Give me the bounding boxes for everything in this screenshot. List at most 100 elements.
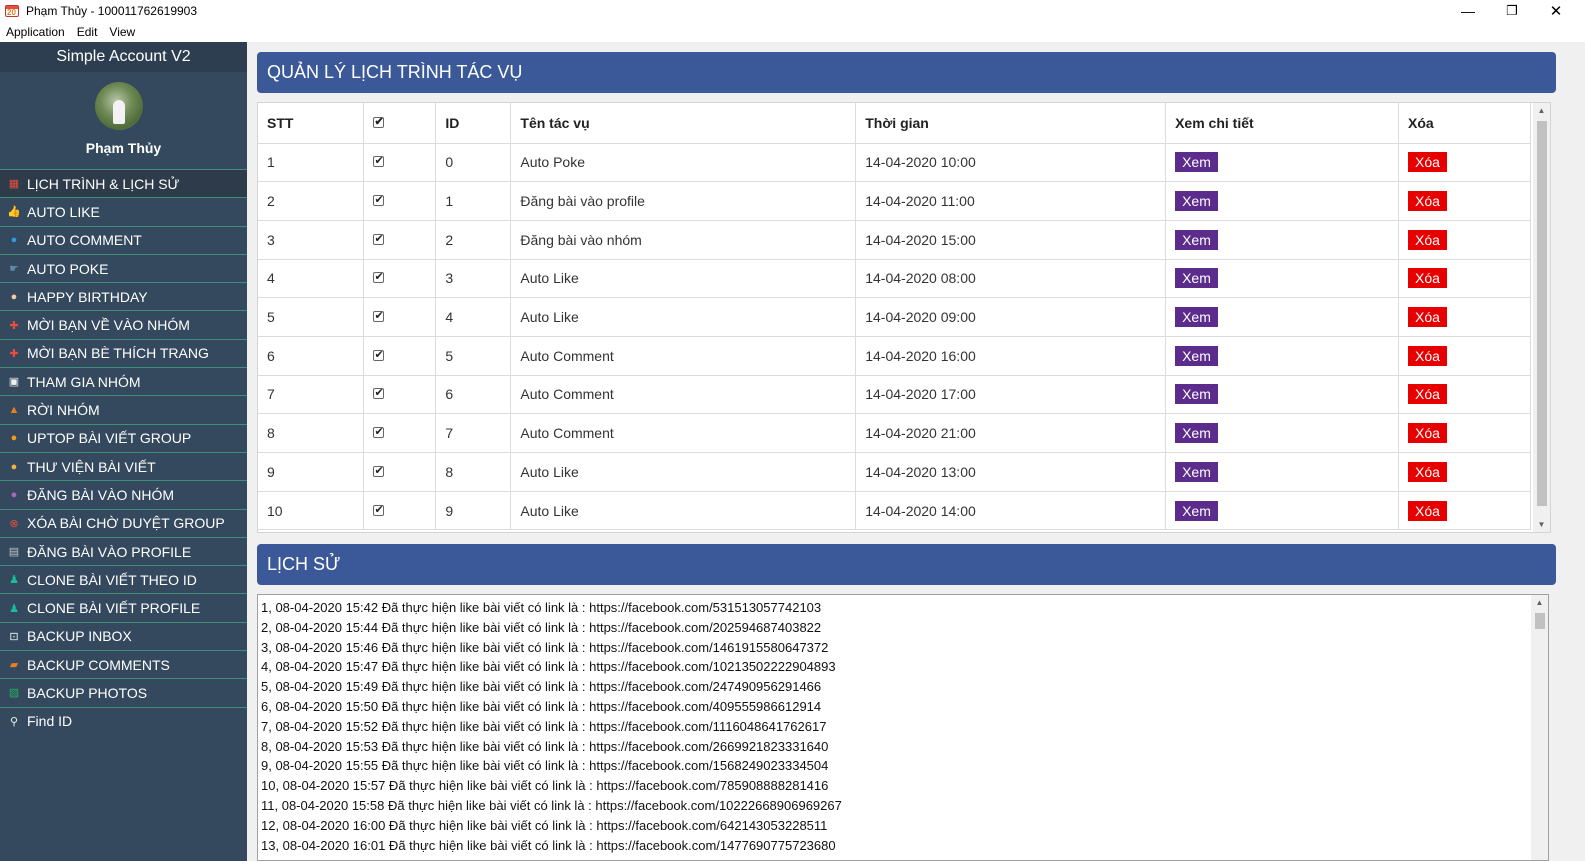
row-checkbox[interactable] [373,386,385,400]
table-row[interactable]: 9 8Auto Like14-04-2020 13:00 Xem Xóa [258,452,1531,492]
history-scrollbar[interactable]: ▲ [1531,595,1548,860]
menu-edit[interactable]: Edit [71,25,104,39]
scroll-down-arrow-icon[interactable]: ▼ [1533,520,1550,529]
delete-button[interactable]: Xóa [1408,152,1447,173]
row-checkbox[interactable] [373,309,385,323]
view-button[interactable]: Xem [1175,384,1218,405]
cell-checkbox[interactable] [363,413,437,453]
view-button[interactable]: Xem [1175,268,1218,289]
delete-button[interactable]: Xóa [1408,307,1447,328]
schedule-scrollbar[interactable]: ▲ ▼ [1533,103,1550,532]
sidebar-item[interactable]: ✚ MỜI BẠN BÈ THÍCH TRANG [0,338,247,367]
delete-button[interactable]: Xóa [1408,500,1447,521]
sidebar-item[interactable]: ● AUTO COMMENT [0,225,247,254]
cell-checkbox[interactable] [363,491,437,531]
delete-button[interactable]: Xóa [1408,191,1447,212]
row-checkbox[interactable] [373,270,385,284]
scroll-up-arrow-icon[interactable]: ▲ [1533,106,1550,115]
cell-checkbox[interactable] [363,452,437,492]
log-line: 2, 08-04-2020 15:44 Đã thực hiện like bà… [261,619,822,635]
scrollbar-thumb[interactable] [1537,121,1547,506]
delete-button[interactable]: Xóa [1408,384,1447,405]
delete-button[interactable]: Xóa [1408,345,1447,366]
cell-checkbox[interactable] [363,375,437,415]
view-button[interactable]: Xem [1175,191,1218,212]
table-row[interactable]: 3 2Đăng bài vào nhóm14-04-2020 15:00 Xem Xó… [258,220,1531,260]
delete-button[interactable]: Xóa [1408,423,1447,444]
cell-delete: Xóa [1398,259,1531,299]
sidebar-item[interactable]: ☛ AUTO POKE [0,253,247,282]
view-button[interactable]: Xem [1175,152,1218,173]
delete-button[interactable]: Xóa [1408,461,1447,482]
row-checkbox[interactable] [373,348,385,361]
table-row[interactable]: 2 1Đăng bài vào profile14-04-2020 11:00 Xe… [258,181,1531,221]
menu-view[interactable]: View [103,25,141,39]
row-checkbox[interactable] [373,503,385,516]
row-checkbox[interactable] [373,425,385,439]
view-button[interactable]: Xem [1175,500,1218,521]
view-button[interactable]: Xem [1175,345,1218,366]
cell-id: 7 [435,413,512,453]
sidebar-item[interactable]: ● THƯ VIỆN BÀI VIẾT [0,451,247,480]
row-checkbox[interactable] [373,193,385,207]
close-button[interactable]: ✕ [1534,0,1578,22]
col-header-delete[interactable]: Xóa [1398,103,1531,144]
row-checkbox[interactable] [373,154,385,168]
scrollbar-thumb[interactable] [1535,613,1545,629]
sidebar-item[interactable]: ♟ CLONE BÀI VIẾT PROFILE [0,593,247,621]
select-all-checkbox[interactable] [373,115,385,128]
cell-checkbox[interactable] [363,181,437,221]
table-row[interactable]: 5 4Auto Like14-04-2020 09:00 Xem Xóa [258,297,1531,337]
sidebar-item[interactable]: ▦ LỊCH TRÌNH & LỊCH SỬ [0,169,247,198]
sidebar-item[interactable]: ● UPTOP BÀI VIẾT GROUP [0,423,247,452]
clone-icon: ♟ [9,602,19,615]
sidebar-item[interactable]: ● HAPPY BIRTHDAY [0,282,247,310]
row-checkbox[interactable] [373,232,385,245]
table-row[interactable]: 7 6Auto Comment14-04-2020 17:00 Xem Xóa [258,375,1531,415]
table-row[interactable]: 8 7Auto Comment14-04-2020 21:00 Xem Xóa [258,413,1531,453]
view-button[interactable]: Xem [1175,461,1218,482]
sidebar-item-label: HAPPY BIRTHDAY [27,288,148,305]
sidebar-item[interactable]: ⊡ BACKUP INBOX [0,621,247,650]
cell-checkbox[interactable] [363,297,437,337]
sidebar-item[interactable]: ⚲ Find ID [0,706,247,735]
cell-checkbox[interactable] [363,143,437,183]
cell-checkbox[interactable] [363,336,437,376]
table-row[interactable]: 4 3Auto Like14-04-2020 08:00 Xem Xóa [258,259,1531,299]
view-button[interactable]: Xem [1175,307,1218,328]
cell-checkbox[interactable] [363,220,437,260]
cell-stt: 3 [258,220,365,260]
col-header-stt[interactable]: STT [258,103,365,144]
col-header-view-detail[interactable]: Xem chi tiết [1165,103,1399,144]
cell-checkbox[interactable] [363,259,437,299]
sidebar-item[interactable]: ♟ CLONE BÀI VIẾT THEO ID [0,565,247,593]
cell-delete: Xóa [1398,143,1531,183]
table-row[interactable]: 10 9Auto Like14-04-2020 14:00 Xem Xóa [258,491,1531,531]
sidebar-item[interactable]: ▣ THAM GIA NHÓM [0,367,247,395]
sidebar-item[interactable]: ● ĐĂNG BÀI VÀO NHÓM [0,480,247,508]
delete-button[interactable]: Xóa [1408,268,1447,289]
cell-id: 0 [435,143,512,183]
sidebar-item[interactable]: ▤ ĐĂNG BÀI VÀO PROFILE [0,536,247,565]
table-row[interactable]: 1 0Auto Poke14-04-2020 10:00 Xem Xóa [258,143,1531,183]
view-button[interactable]: Xem [1175,229,1218,250]
sidebar-item[interactable]: ▰ BACKUP COMMENTS [0,650,247,678]
table-row[interactable]: 6 5Auto Comment14-04-2020 16:00 Xem Xóa [258,336,1531,376]
sidebar-item[interactable]: ▧ BACKUP PHOTOS [0,678,247,706]
sidebar-item[interactable]: ⊗ XÓA BÀI CHỜ DUYỆT GROUP [0,508,247,537]
sidebar-item[interactable]: 👍 AUTO LIKE [0,197,247,225]
scroll-up-arrow-icon[interactable]: ▲ [1531,598,1548,607]
sidebar-item[interactable]: ▲ RỜI NHÓM [0,395,247,423]
sidebar-item[interactable]: ✚ MỜI BẠN VỀ VÀO NHÓM [0,310,247,338]
col-header-select-all[interactable] [363,103,437,144]
restore-button[interactable]: ❐ [1490,0,1534,22]
row-checkbox[interactable] [373,464,385,477]
delete-button[interactable]: Xóa [1408,229,1447,250]
col-header-time[interactable]: Thời gian [855,103,1167,144]
menu-application[interactable]: Application [0,25,71,39]
col-header-task-name[interactable]: Tên tác vụ [510,103,857,144]
history-log-box[interactable]: 1, 08-04-2020 15:42 Đã thực hiện like bà… [257,594,1549,861]
col-header-id[interactable]: ID [435,103,512,144]
view-button[interactable]: Xem [1175,423,1218,444]
minimize-button[interactable]: — [1446,0,1490,22]
